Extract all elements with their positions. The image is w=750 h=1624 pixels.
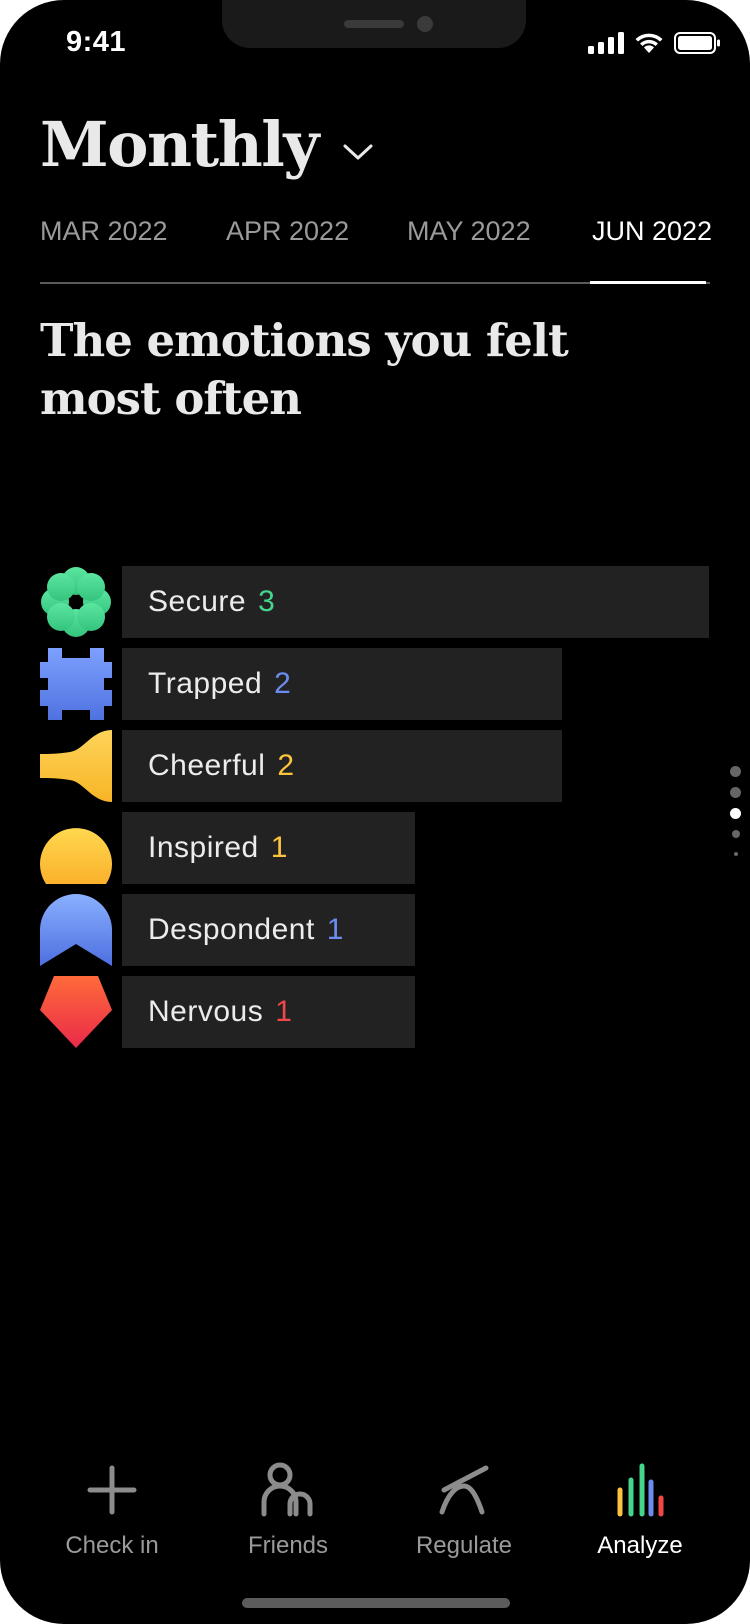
tab-label: Check in (65, 1532, 159, 1559)
emotion-label: Nervous (148, 995, 264, 1028)
tab-apr-2022[interactable]: APR 2022 (226, 216, 349, 247)
front-camera (417, 16, 433, 32)
emotion-label: Despondent (148, 913, 315, 946)
status-icons (588, 32, 720, 54)
emotion-bar: Trapped 2 (122, 648, 562, 720)
tab-analyze[interactable]: Analyze (565, 1460, 715, 1560)
tab-may-2022[interactable]: MAY 2022 (407, 216, 531, 247)
status-time: 9:41 (66, 26, 127, 58)
arch-shape-icon (40, 894, 112, 966)
pentagon-shape-icon (40, 976, 112, 1048)
emotion-label: Trapped (148, 667, 263, 700)
wifi-icon (635, 33, 663, 53)
sun-shape-icon (40, 828, 112, 884)
active-tab-indicator (590, 281, 706, 284)
emotion-count: 1 (275, 995, 292, 1028)
chevron-down-icon (343, 144, 373, 159)
phone-screen: 9:41 Monthly MAR 2022 APR 2022 MAY 2022 … (0, 0, 750, 1624)
home-indicator[interactable] (242, 1598, 510, 1608)
emotion-count: 1 (326, 913, 344, 946)
device-notch (222, 0, 526, 48)
page-dot-active (730, 808, 741, 819)
month-tabs: MAR 2022 APR 2022 MAY 2022 JUN 2022 (40, 216, 712, 284)
analyze-bars-icon (617, 1463, 664, 1517)
tab-regulate[interactable]: Regulate (389, 1460, 539, 1560)
tab-label: Analyze (597, 1532, 683, 1559)
emotion-label: Cheerful (148, 749, 266, 782)
emotion-count: 1 (270, 831, 288, 864)
tab-jun-2022[interactable]: JUN 2022 (592, 216, 712, 247)
page-dot (730, 766, 741, 777)
emotion-bar: Inspired 1 (122, 812, 415, 884)
emotion-count: 3 (258, 585, 275, 618)
tab-mar-2022[interactable]: MAR 2022 (40, 216, 168, 247)
puzzle-shape-icon (40, 648, 112, 720)
tab-label: Regulate (415, 1532, 513, 1559)
plus-icon (87, 1465, 137, 1515)
friends-icon (261, 1462, 313, 1517)
emotion-bar: Despondent 1 (122, 894, 415, 966)
emotion-label: Inspired (148, 831, 259, 864)
regulate-icon (439, 1465, 489, 1515)
bottom-tab-bar: Check in Friends Regulate Analyze (0, 1460, 750, 1590)
emotion-label: Secure (148, 585, 247, 618)
tab-label: Friends (247, 1532, 329, 1559)
section-heading: The emotions you felt most often (40, 314, 569, 425)
flower-shape-icon (41, 567, 111, 637)
emotion-bar: Cheerful 2 (122, 730, 562, 802)
trumpet-shape-icon (40, 730, 112, 802)
emotion-bar: Secure 3 (122, 566, 709, 638)
period-selector[interactable]: Monthly (40, 108, 374, 181)
tab-friends[interactable]: Friends (213, 1460, 363, 1560)
emotion-count: 2 (274, 667, 291, 700)
battery-icon (674, 32, 720, 54)
emotion-bar: Nervous 1 (122, 976, 415, 1048)
speaker-grille (344, 20, 404, 28)
page-dot (733, 852, 738, 856)
page-dot (730, 787, 741, 798)
tab-check-in[interactable]: Check in (37, 1460, 187, 1560)
page-title: Monthly (40, 108, 319, 181)
page-dot (731, 830, 740, 838)
emotion-count: 2 (277, 749, 295, 782)
cellular-signal-icon (588, 32, 624, 54)
